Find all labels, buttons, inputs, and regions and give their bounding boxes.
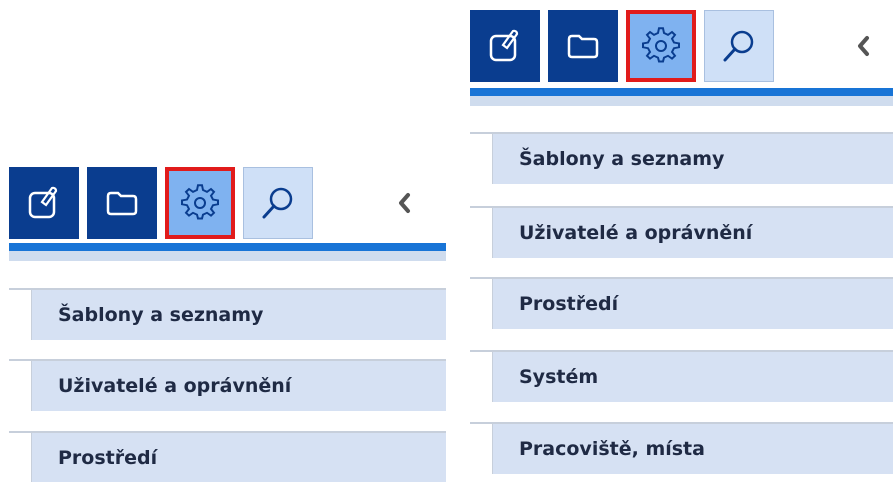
toolbar [9, 167, 446, 243]
menu-item-uzivatele[interactable]: Uživatelé a oprávnění [9, 359, 446, 411]
edit-tab-button[interactable] [470, 10, 540, 82]
edit-document-icon [489, 29, 519, 62]
chevron-left-icon [399, 193, 410, 213]
menu-item-strip [470, 424, 493, 474]
search-icon [262, 187, 293, 219]
menu-item-pracoviste[interactable]: Pracoviště, místa [470, 422, 893, 474]
search-tab-button[interactable] [243, 167, 313, 239]
settings-tab-button[interactable] [626, 10, 696, 82]
accent-bar-shadow [9, 251, 446, 261]
menu-item-uzivatele[interactable]: Uživatelé a oprávnění [470, 206, 893, 258]
accent-bar-shadow [470, 96, 893, 106]
toolbar [470, 10, 893, 86]
collapse-panel-button[interactable] [389, 183, 419, 223]
menu-item-strip [9, 433, 32, 482]
menu-item-label: Šablony a seznamy [58, 304, 264, 326]
folder-tab-button[interactable] [87, 167, 157, 239]
menu-item-label: Uživatelé a oprávnění [58, 375, 292, 397]
menu-item-label: Prostředí [519, 293, 619, 315]
menu-item-strip [470, 279, 493, 329]
menu-item-sablony[interactable]: Šablony a seznamy [470, 132, 893, 184]
menu-item-system[interactable]: Systém [470, 350, 893, 402]
menu-item-label: Pracoviště, místa [519, 438, 705, 460]
menu-item-strip [470, 134, 493, 184]
gear-icon [642, 27, 680, 63]
menu-item-strip [470, 352, 493, 402]
folder-icon [567, 34, 599, 59]
menu-item-label: Uživatelé a oprávnění [519, 222, 753, 244]
chevron-left-icon [858, 36, 869, 56]
accent-bar [470, 88, 893, 96]
folder-tab-button[interactable] [548, 10, 618, 82]
menu-item-label: Systém [519, 366, 599, 388]
menu-item-sablony[interactable]: Šablony a seznamy [9, 288, 446, 340]
collapse-panel-button[interactable] [848, 26, 878, 66]
search-icon [723, 30, 754, 62]
accent-bar [9, 243, 446, 251]
menu-item-strip [470, 208, 493, 258]
menu-item-prostredi[interactable]: Prostředí [9, 431, 446, 482]
settings-panel-expanded-view: Šablony a seznamy Uživatelé a oprávnění … [470, 10, 893, 482]
menu-item-strip [9, 290, 32, 340]
menu-item-label: Šablony a seznamy [519, 148, 725, 170]
edit-tab-button[interactable] [9, 167, 79, 239]
gear-icon [181, 184, 219, 220]
menu-item-prostredi[interactable]: Prostředí [470, 277, 893, 329]
menu-item-strip [9, 361, 32, 411]
menu-item-label: Prostředí [58, 447, 158, 469]
folder-icon [106, 191, 138, 216]
search-tab-button[interactable] [704, 10, 774, 82]
edit-document-icon [28, 186, 58, 219]
settings-panel-collapsed-view: Šablony a seznamy Uživatelé a oprávnění … [9, 167, 446, 482]
settings-tab-button[interactable] [165, 167, 235, 239]
